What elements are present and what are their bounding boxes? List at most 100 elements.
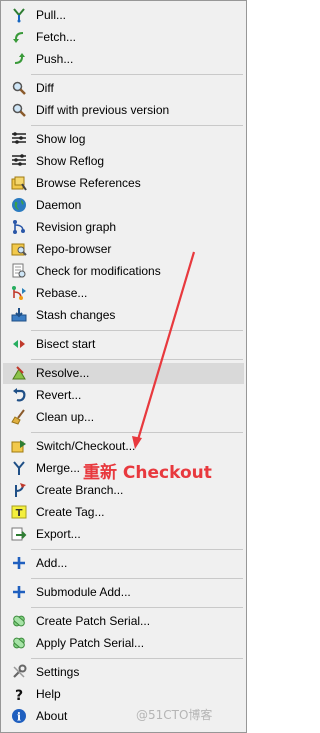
menu-item-help[interactable]: ? Help — [3, 684, 244, 705]
menu-item-show-reflog[interactable]: Show Reflog — [3, 151, 244, 172]
menu-item-settings[interactable]: Settings — [3, 662, 244, 683]
repo-browser-icon — [11, 241, 27, 257]
svg-text:T: T — [16, 508, 23, 519]
log-icon — [11, 131, 27, 147]
broom-icon — [11, 409, 27, 425]
menu-item-add[interactable]: Add... — [3, 553, 244, 574]
menu-separator — [31, 359, 243, 360]
menu-item-label: Browse References — [36, 176, 141, 190]
patch-icon — [11, 635, 27, 651]
menu-separator — [31, 607, 243, 608]
menu-item-label: Stash changes — [36, 308, 116, 322]
tag-icon: T — [11, 504, 27, 520]
merge-icon — [11, 460, 27, 476]
menu-separator — [31, 578, 243, 579]
menu-item-resolve[interactable]: Resolve... — [3, 363, 244, 384]
menu-item-browse-references[interactable]: Browse References — [3, 173, 244, 194]
menu-item-show-log[interactable]: Show log — [3, 129, 244, 150]
check-modifications-icon — [11, 263, 27, 279]
menu-item-diff[interactable]: Diff — [3, 78, 244, 99]
menu-item-switch-checkout[interactable]: Switch/Checkout... — [3, 436, 244, 457]
reflog-icon — [11, 153, 27, 169]
menu-item-label: Show log — [36, 132, 86, 146]
menu-item-label: Resolve... — [36, 366, 90, 380]
menu-item-label: Submodule Add... — [36, 585, 131, 599]
menu-item-repo-browser[interactable]: Repo-browser — [3, 239, 244, 260]
menu-item-diff-previous[interactable]: Diff with previous version — [3, 100, 244, 121]
menu-item-rebase[interactable]: Rebase... — [3, 283, 244, 304]
menu-separator — [31, 125, 243, 126]
patch-icon — [11, 613, 27, 629]
menu-item-create-tag[interactable]: T Create Tag... — [3, 502, 244, 523]
menu-separator — [31, 330, 243, 331]
menu-item-label: Settings — [36, 665, 80, 679]
stash-icon — [11, 307, 27, 323]
menu-item-label: Repo-browser — [36, 242, 112, 256]
fetch-icon — [11, 29, 27, 45]
menu-item-label: Fetch... — [36, 30, 77, 44]
globe-icon — [11, 197, 27, 213]
menu-item-create-branch[interactable]: Create Branch... — [3, 480, 244, 501]
menu-separator — [31, 549, 243, 550]
plus-icon — [11, 555, 27, 571]
context-menu: Pull... Fetch... Push... Diff Diff with … — [0, 0, 247, 733]
revert-icon — [11, 387, 27, 403]
menu-separator — [31, 432, 243, 433]
svg-text:?: ? — [15, 688, 23, 702]
pull-icon — [11, 7, 27, 23]
revision-graph-icon — [11, 219, 27, 235]
switch-checkout-icon — [11, 438, 27, 454]
menu-item-label: Show Reflog — [36, 154, 105, 168]
branch-icon — [11, 482, 27, 498]
menu-item-pull[interactable]: Pull... — [3, 5, 244, 26]
menu-item-label: Bisect start — [36, 337, 96, 351]
rebase-icon — [11, 285, 27, 301]
menu-item-label: Push... — [36, 52, 74, 66]
menu-item-apply-patch-serial[interactable]: Apply Patch Serial... — [3, 633, 244, 654]
menu-item-label: Help — [36, 687, 61, 701]
watermark: @51CTO博客 — [136, 708, 213, 722]
menu-item-fetch[interactable]: Fetch... — [3, 27, 244, 48]
info-icon: i — [11, 708, 27, 724]
annotation-label: 重新 Checkout — [83, 463, 212, 483]
menu-item-revision-graph[interactable]: Revision graph — [3, 217, 244, 238]
menu-item-label: Revision graph — [36, 220, 117, 234]
menu-item-stash-changes[interactable]: Stash changes — [3, 305, 244, 326]
menu-item-label: Daemon — [36, 198, 82, 212]
menu-item-label: Create Tag... — [36, 505, 105, 519]
menu-item-submodule-add[interactable]: Submodule Add... — [3, 582, 244, 603]
menu-item-label: Create Patch Serial... — [36, 614, 151, 628]
menu-item-label: Diff — [36, 81, 54, 95]
push-icon — [11, 51, 27, 67]
help-icon: ? — [11, 686, 27, 702]
menu-item-label: Check for modifications — [36, 264, 161, 278]
menu-item-daemon[interactable]: Daemon — [3, 195, 244, 216]
menu-item-label: Diff with previous version — [36, 103, 170, 117]
menu-item-create-patch-serial[interactable]: Create Patch Serial... — [3, 611, 244, 632]
menu-item-label: Merge... — [36, 461, 81, 475]
menu-item-bisect-start[interactable]: Bisect start — [3, 334, 244, 355]
menu-item-revert[interactable]: Revert... — [3, 385, 244, 406]
bisect-icon — [11, 336, 27, 352]
menu-item-clean-up[interactable]: Clean up... — [3, 407, 244, 428]
menu-item-label: Create Branch... — [36, 483, 124, 497]
menu-item-label: Clean up... — [36, 410, 95, 424]
settings-icon — [11, 664, 27, 680]
menu-separator — [31, 74, 243, 75]
menu-item-push[interactable]: Push... — [3, 49, 244, 70]
menu-item-label: Export... — [36, 527, 81, 541]
menu-item-label: Switch/Checkout... — [36, 439, 136, 453]
plus-icon — [11, 584, 27, 600]
menu-item-label: Add... — [36, 556, 68, 570]
menu-separator — [31, 658, 243, 659]
menu-item-label: Rebase... — [36, 286, 88, 300]
references-icon — [11, 175, 27, 191]
resolve-icon — [11, 365, 27, 381]
menu-item-label: Apply Patch Serial... — [36, 636, 145, 650]
menu-item-check-modifications[interactable]: Check for modifications — [3, 261, 244, 282]
export-icon — [11, 526, 27, 542]
magnifier-icon — [11, 80, 27, 96]
menu-item-export[interactable]: Export... — [3, 524, 244, 545]
menu-item-label: About — [36, 709, 68, 723]
magnifier-icon — [11, 102, 27, 118]
